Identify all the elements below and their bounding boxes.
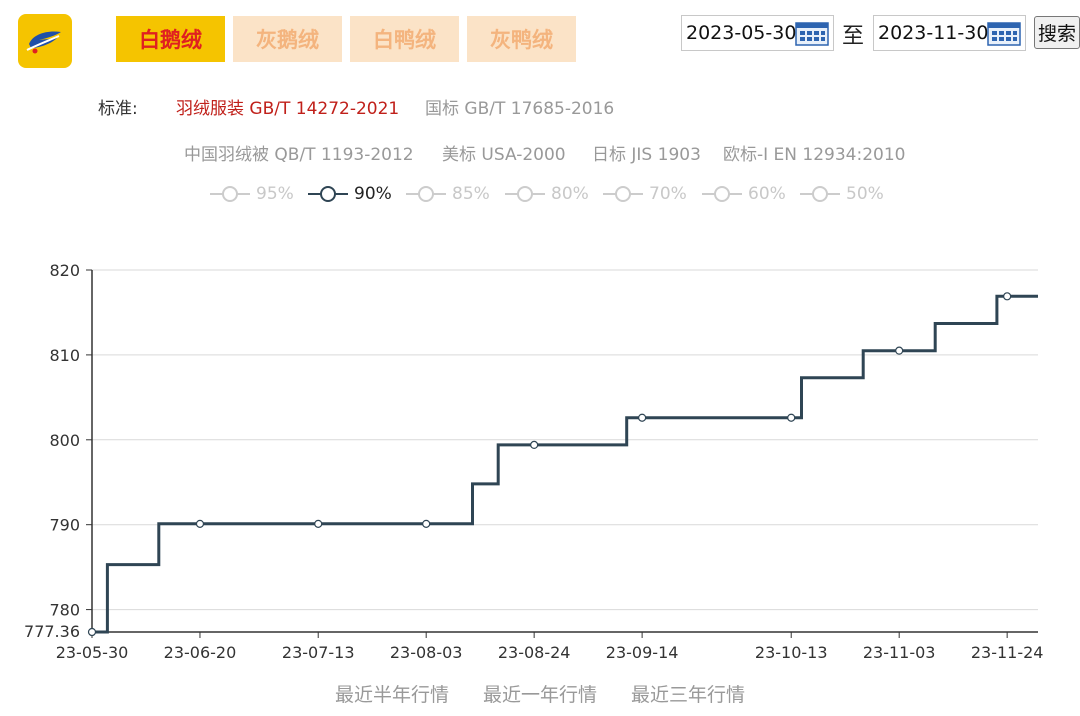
legend-item-90[interactable]: 90%	[308, 184, 392, 204]
x-tick-label: 23-11-03	[863, 643, 936, 662]
legend-item-70[interactable]: 70%	[603, 184, 687, 204]
legend-circle-icon	[800, 186, 840, 202]
legend-label: 90%	[354, 184, 392, 204]
y-tick-label: 800	[49, 431, 80, 450]
legend-item-95[interactable]: 95%	[210, 184, 294, 204]
data-point	[787, 413, 796, 422]
legend-item-50[interactable]: 50%	[800, 184, 884, 204]
legend-label: 70%	[649, 184, 687, 204]
legend-item-60[interactable]: 60%	[702, 184, 786, 204]
calendar-icon[interactable]	[795, 21, 829, 47]
x-tick-label: 23-05-30	[56, 643, 129, 662]
tab-grey-goose-down[interactable]: 灰鹅绒	[233, 16, 342, 62]
tab-white-goose-down[interactable]: 白鹅绒	[116, 16, 225, 62]
x-tick-label: 23-06-20	[164, 643, 237, 662]
x-tick-label: 23-07-13	[282, 643, 355, 662]
date-separator: 至	[842, 24, 865, 49]
standard-en-12934[interactable]: 欧标-I EN 12934:2010	[723, 140, 905, 165]
range-one-year[interactable]: 最近一年行情	[483, 680, 597, 707]
standard-usa-2000[interactable]: 美标 USA-2000	[442, 140, 566, 165]
standard-gbt-17685[interactable]: 国标 GB/T 17685-2016	[425, 94, 614, 119]
data-point	[1003, 292, 1012, 301]
range-three-years[interactable]: 最近三年行情	[631, 680, 745, 707]
data-point	[195, 519, 205, 528]
app-logo	[18, 14, 72, 68]
data-point	[530, 440, 539, 449]
legend-label: 60%	[748, 184, 786, 204]
data-point	[638, 413, 647, 422]
search-button[interactable]: 搜索	[1034, 16, 1080, 49]
start-date-input[interactable]: 2023-05-30	[681, 15, 834, 51]
legend-circle-icon	[505, 186, 545, 202]
x-tick-label: 23-10-13	[755, 643, 828, 662]
calendar-icon[interactable]	[987, 21, 1021, 47]
data-point	[87, 627, 97, 637]
y-min-label: 777.36	[24, 622, 80, 641]
x-tick-label: 23-11-24	[971, 643, 1044, 662]
end-date-value: 2023-11-30	[878, 22, 989, 44]
x-tick-label: 23-09-14	[606, 643, 679, 662]
standards-label: 标准:	[98, 99, 138, 119]
data-point	[895, 346, 904, 355]
standard-qbt-1193[interactable]: 中国羽绒被 QB/T 1193-2012	[184, 140, 414, 165]
legend-label: 85%	[452, 184, 490, 204]
standard-jis-1903[interactable]: 日标 JIS 1903	[592, 140, 701, 165]
y-tick-label: 820	[49, 261, 80, 280]
data-point	[422, 519, 431, 528]
standard-gbt-14272[interactable]: 羽绒服装 GB/T 14272-2021	[176, 94, 399, 119]
legend-circle-icon	[603, 186, 643, 202]
legend-circle-icon	[210, 186, 250, 202]
start-date-value: 2023-05-30	[686, 22, 797, 44]
category-tabs: 白鹅绒 灰鹅绒 白鸭绒 灰鸭绒	[116, 16, 576, 62]
y-tick-label: 790	[49, 516, 80, 535]
price-chart: 780 790 800 810 820 777.36 23-05-30 23-06-20 23-…	[24, 261, 1044, 662]
feather-logo-icon	[26, 31, 61, 54]
legend-label: 80%	[551, 184, 589, 204]
end-date-input[interactable]: 2023-11-30	[873, 15, 1026, 51]
legend-label: 50%	[846, 184, 884, 204]
legend-label: 95%	[256, 184, 294, 204]
series-line	[92, 294, 1038, 634]
y-tick-label: 780	[49, 601, 80, 620]
tab-white-duck-down[interactable]: 白鸭绒	[350, 16, 459, 62]
legend-circle-icon	[406, 186, 446, 202]
legend-circle-icon	[702, 186, 742, 202]
range-half-year[interactable]: 最近半年行情	[335, 680, 449, 707]
legend-item-85[interactable]: 85%	[406, 184, 490, 204]
tab-grey-duck-down[interactable]: 灰鸭绒	[467, 16, 576, 62]
y-tick-label: 810	[49, 346, 80, 365]
x-tick-label: 23-08-24	[498, 643, 571, 662]
legend-circle-icon	[308, 186, 348, 202]
x-tick-label: 23-08-03	[390, 643, 463, 662]
legend-item-80[interactable]: 80%	[505, 184, 589, 204]
data-point	[314, 519, 323, 528]
